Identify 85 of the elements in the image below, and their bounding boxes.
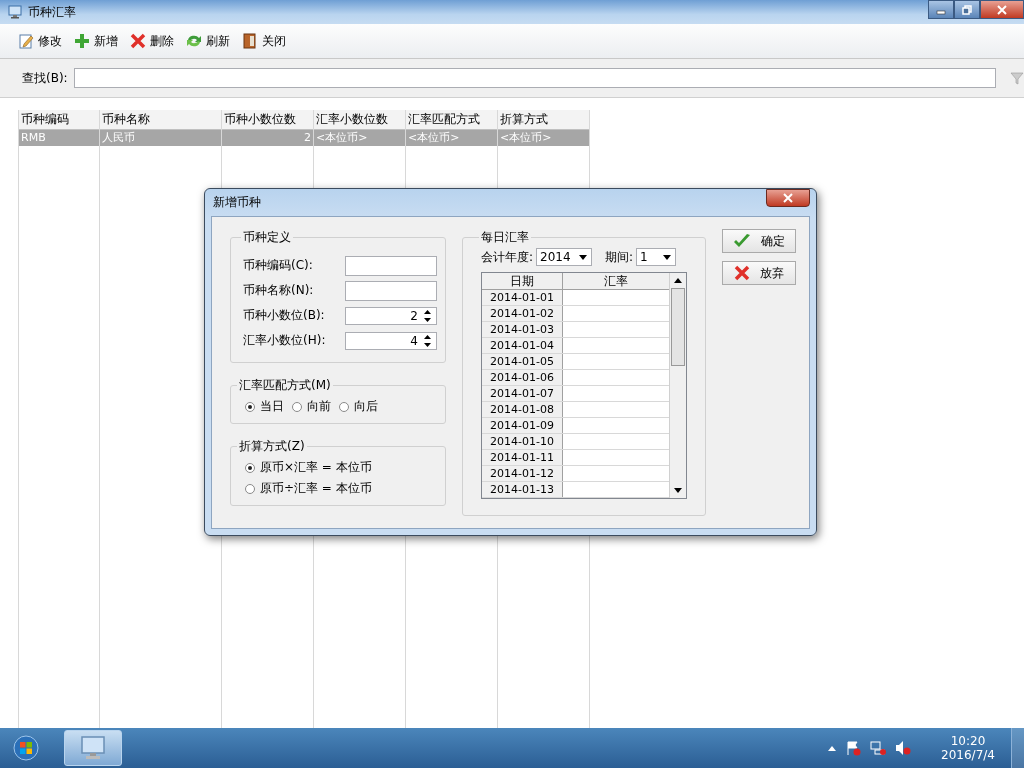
rate-cell[interactable]: [563, 322, 669, 337]
column-header[interactable]: 币种小数位数: [222, 110, 313, 130]
monitor-icon: [79, 735, 107, 761]
close-icon: [997, 4, 1007, 15]
close-button[interactable]: [766, 189, 810, 207]
up-down-arrows-icon[interactable]: [423, 332, 432, 349]
group-title: 币种定义: [242, 229, 292, 246]
minimize-button[interactable]: [928, 0, 954, 19]
column-header[interactable]: 汇率: [563, 273, 669, 289]
group-title: 每日汇率: [480, 229, 530, 246]
cross-icon: [734, 265, 750, 281]
flag-icon[interactable]: [845, 740, 861, 756]
column-header[interactable]: 汇率匹配方式: [406, 110, 497, 130]
cross-icon: [130, 33, 146, 49]
toolbar-button[interactable]: 关闭: [240, 30, 288, 52]
period-dropdown[interactable]: 1: [636, 248, 677, 266]
dialog-button[interactable]: 放弃: [722, 261, 796, 285]
checkmark-icon: [733, 233, 751, 249]
field-label: 币种名称(N):: [243, 282, 314, 299]
refresh-icon: [186, 33, 202, 49]
network-icon[interactable]: [870, 740, 886, 756]
monitor-icon: [8, 5, 22, 19]
field-label: 币种编码(C):: [243, 257, 313, 274]
field-label: 币种小数位(B):: [243, 307, 325, 324]
group-title: 汇率匹配方式(M): [238, 377, 332, 394]
radio-option[interactable]: 向前: [292, 398, 331, 415]
vertical-scrollbar[interactable]: [669, 273, 686, 498]
rate-cell[interactable]: [563, 450, 669, 465]
rate-cell[interactable]: [563, 338, 669, 353]
rate-cell[interactable]: [563, 386, 669, 401]
rate-cell[interactable]: [563, 466, 669, 481]
toolbar-button[interactable]: 修改: [16, 30, 64, 52]
column-header[interactable]: 折算方式: [498, 110, 589, 130]
period-label: 期间:: [605, 248, 634, 266]
year-dropdown[interactable]: 2014: [536, 248, 593, 266]
toolbar-button[interactable]: 删除: [128, 30, 176, 52]
radio-option[interactable]: 原币÷汇率 = 本位币: [245, 480, 437, 497]
rate-cell[interactable]: [563, 402, 669, 417]
clock[interactable]: 10:20 2016/7/4: [934, 734, 1002, 762]
clock-time: 10:20: [950, 734, 986, 748]
close-icon: [783, 193, 793, 203]
spinner-field[interactable]: 2: [345, 306, 437, 325]
rate-cell[interactable]: [563, 306, 669, 321]
speaker-icon[interactable]: [895, 740, 911, 756]
column-header[interactable]: 日期: [482, 273, 563, 289]
tray-expand-icon[interactable]: [828, 745, 836, 751]
column-header[interactable]: 汇率小数位数: [314, 110, 405, 130]
rate-cell[interactable]: [563, 418, 669, 433]
dialog-button[interactable]: 确定: [722, 229, 796, 253]
search-field[interactable]: [73, 68, 996, 88]
toolbar-button[interactable]: 刷新: [184, 30, 232, 52]
toolbar-button[interactable]: 新增: [72, 30, 120, 52]
up-down-arrows-icon[interactable]: [423, 307, 432, 324]
year-label: 会计年度:: [481, 248, 534, 266]
dropdown-arrow-icon: [663, 254, 672, 260]
window-title: 币种汇率: [28, 3, 76, 21]
funnel-icon[interactable]: [1009, 71, 1024, 85]
rate-cell[interactable]: [563, 290, 669, 305]
restore-button[interactable]: [954, 0, 980, 19]
rate-cell[interactable]: [563, 370, 669, 385]
taskbar-app-button[interactable]: [64, 730, 122, 766]
restore-icon: [962, 4, 972, 15]
radio-option[interactable]: 当日: [245, 398, 284, 415]
close-button[interactable]: [980, 0, 1024, 19]
dropdown-arrow-icon: [579, 254, 588, 260]
windows-logo-icon: [13, 735, 39, 761]
radio-option[interactable]: 原币×汇率 = 本位币: [245, 459, 437, 476]
pencil-paper-icon: [18, 33, 34, 49]
clock-date: 2016/7/4: [941, 748, 995, 762]
rate-cell[interactable]: [563, 482, 669, 497]
group-title: 折算方式(Z): [238, 438, 306, 455]
column-header[interactable]: 币种名称: [100, 110, 221, 130]
radio-option[interactable]: 向后: [339, 398, 378, 415]
input-field[interactable]: [345, 280, 437, 301]
field-label: 汇率小数位(H):: [243, 332, 326, 349]
rate-cell[interactable]: [563, 434, 669, 449]
dialog-title: 新增币种: [212, 194, 261, 211]
column-header[interactable]: 币种编码: [19, 110, 99, 130]
door-icon: [242, 33, 258, 49]
search-label: 查找(B):: [22, 69, 68, 87]
show-desktop-button[interactable]: [1011, 728, 1024, 768]
rate-cell[interactable]: [563, 354, 669, 369]
spinner-field[interactable]: 4: [345, 331, 437, 350]
plus-icon: [74, 33, 90, 49]
input-field[interactable]: [345, 255, 437, 276]
